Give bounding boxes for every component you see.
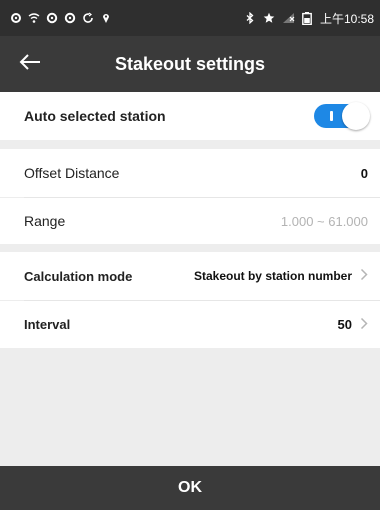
chevron-right-icon [360,268,368,284]
chevron-right-icon [360,317,368,333]
calculation-mode-value-wrap[interactable]: Stakeout by station number [194,268,368,284]
auto-station-toggle[interactable] [314,102,370,130]
page-title: Stakeout settings [114,54,266,74]
auto-station-row[interactable]: Auto selected station [0,92,380,140]
auto-station-label: Auto selected station [24,108,166,124]
offset-distance-label: Offset Distance [24,165,120,181]
status-time: 上午10:58 [319,11,374,26]
offset-distance-value[interactable]: 0 [361,166,368,181]
toggle-on-mark [330,111,333,121]
title-bar: Stakeout settings [0,36,380,92]
calculation-mode-value: Stakeout by station number [193,269,352,283]
no-signal-icon [282,12,295,24]
range-label: Range [24,213,66,229]
status-bar-left [10,12,112,24]
star-icon [263,12,275,24]
range-row: Range 1.000 ~ 61.000 [0,198,380,244]
offset-distance-row[interactable]: Offset Distance 0 [0,149,380,197]
screen: 上午10:58 Stakeout settings Auto selected … [0,0,380,510]
interval-value-wrap[interactable]: 50 [338,317,368,333]
alarm-icon [82,12,94,24]
wifi-icon [28,12,40,24]
interval-label: Interval [24,317,71,332]
calculation-mode-label: Calculation mode [24,268,133,284]
sync-icon [64,12,76,24]
location-icon [100,12,112,24]
range-value: 1.000 ~ 61.000 [280,213,368,229]
bluetooth-icon [244,11,256,25]
sync-icon [46,12,58,24]
calculation-mode-row[interactable]: Calculation mode Stakeout by station num… [0,252,380,300]
toggle-knob [342,102,370,130]
ok-button[interactable]: OK [0,466,380,510]
status-bar-right: 上午10:58 [244,10,374,27]
interval-value: 50 [337,317,352,332]
status-bar: 上午10:58 [0,0,380,36]
interval-row[interactable]: Interval 50 [0,301,380,348]
battery-icon [301,12,313,26]
notification-icon [10,12,22,24]
